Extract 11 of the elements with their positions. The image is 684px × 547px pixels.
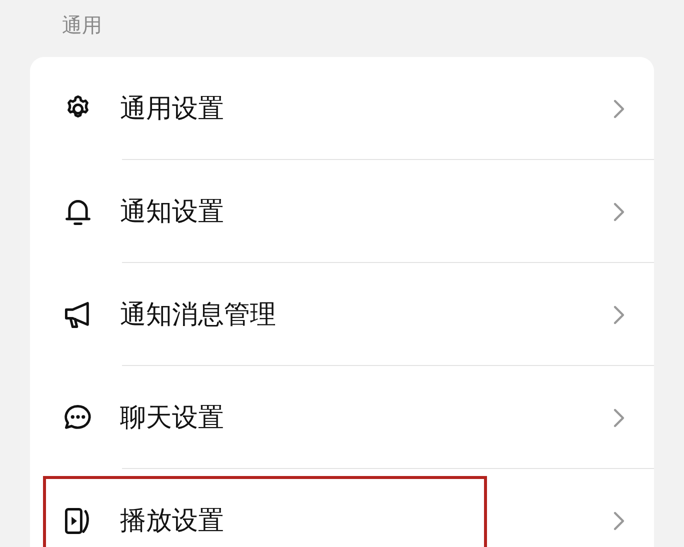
chevron-right-icon [612,406,626,428]
section-title: 通用 [62,13,102,37]
chevron-right-icon [612,200,626,222]
settings-item[interactable]: 播放设置 [30,469,654,547]
chevron-right-icon [612,510,626,532]
settings-item[interactable]: 聊天设置 [30,366,654,469]
settings-item[interactable]: 通知消息管理 [30,263,654,366]
settings-item[interactable]: 通知设置 [30,160,654,263]
settings-item[interactable]: 通用设置 [30,57,654,160]
chevron-right-icon [612,98,626,120]
chevron-right-icon [612,304,626,326]
